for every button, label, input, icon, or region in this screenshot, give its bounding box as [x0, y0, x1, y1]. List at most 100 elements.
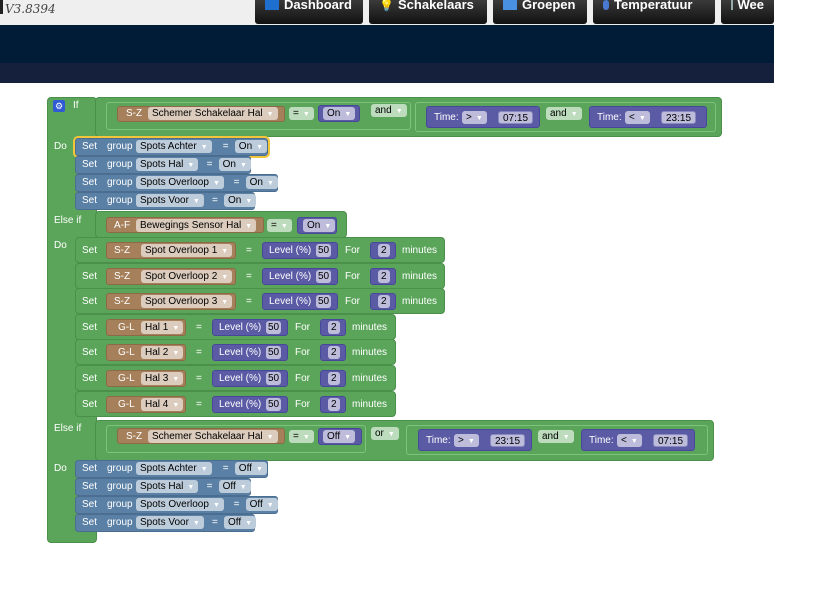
- set-label: Set: [82, 499, 98, 510]
- if-label: If: [73, 100, 79, 111]
- minutes-label: minutes: [402, 245, 438, 256]
- device-prefix: S-Z: [114, 245, 131, 256]
- group-label: group: [107, 141, 133, 152]
- time-field[interactable]: 07:15: [498, 111, 534, 124]
- device-dropdown[interactable]: Hal 2 ▼: [141, 346, 184, 360]
- for-label: For: [345, 296, 360, 308]
- blockly-workspace[interactable]: ⚙ If S-Z Schemer Schakelaar Hal ▼ = ▼ On ▼ …: [0, 83, 816, 592]
- operator-dropdown[interactable]: = ▼: [267, 219, 292, 232]
- for-label: For: [345, 245, 360, 256]
- time-op-dropdown[interactable]: > ▼: [462, 111, 487, 124]
- group-dropdown[interactable]: Spots Achter ▼: [136, 140, 212, 153]
- level-field[interactable]: 50: [266, 346, 282, 360]
- tab-groepen[interactable]: Groepen: [493, 0, 587, 24]
- state-dropdown[interactable]: Off ▼: [245, 498, 278, 511]
- state-dropdown[interactable]: On ▼: [245, 176, 278, 189]
- operator-dropdown[interactable]: = ▼: [289, 107, 314, 120]
- state-dropdown[interactable]: Off ▼: [218, 480, 251, 493]
- level-field[interactable]: 50: [316, 244, 332, 257]
- group-label: group: [107, 517, 133, 528]
- minutes-field[interactable]: 2: [328, 320, 340, 334]
- for-label: For: [295, 373, 310, 384]
- state-dropdown[interactable]: On ▼: [224, 194, 257, 207]
- tab-schakelaars[interactable]: 💡 Schakelaars: [369, 0, 487, 24]
- minutes-label: minutes: [402, 296, 438, 308]
- device-dropdown[interactable]: Spot Overloop 3 ▼: [141, 295, 233, 309]
- level-field[interactable]: 50: [316, 295, 332, 309]
- minutes-field[interactable]: 2: [378, 295, 390, 309]
- device-prefix: G-L: [118, 321, 135, 333]
- device-dropdown[interactable]: Spot Overloop 2 ▼: [141, 269, 233, 283]
- group-label: group: [107, 159, 133, 170]
- time-op-dropdown[interactable]: < ▼: [617, 434, 642, 447]
- set-label: Set: [82, 270, 98, 282]
- minutes-field[interactable]: 2: [328, 372, 340, 385]
- value-dropdown[interactable]: Off ▼: [323, 430, 356, 443]
- time-field[interactable]: 23:15: [661, 111, 697, 124]
- device-dropdown[interactable]: Hal 3 ▼: [141, 372, 184, 385]
- time-field[interactable]: 07:15: [653, 434, 689, 447]
- set-label: Set: [82, 517, 98, 528]
- level-label: Level (%): [219, 347, 262, 359]
- gear-icon[interactable]: ⚙: [53, 100, 65, 112]
- tab-temperatuur[interactable]: Temperatuur: [593, 0, 715, 24]
- set-label: Set: [82, 321, 98, 333]
- minutes-label: minutes: [402, 270, 438, 282]
- tab-weer[interactable]: Wee: [721, 0, 774, 24]
- do-label: Do: [54, 141, 67, 152]
- level-field[interactable]: 50: [316, 269, 332, 283]
- level-label: Level (%): [269, 296, 312, 308]
- logic-dropdown[interactable]: and ▼: [546, 107, 582, 120]
- set-label: Set: [82, 373, 98, 384]
- group-dropdown[interactable]: Spots Hal ▼: [136, 480, 199, 493]
- time-op-dropdown[interactable]: < ▼: [625, 111, 650, 124]
- version-label: V3.8394: [0, 0, 56, 16]
- group-dropdown[interactable]: Spots Achter ▼: [136, 462, 212, 475]
- group-dropdown[interactable]: Spots Hal ▼: [136, 158, 199, 171]
- device-dropdown[interactable]: Hal 4 ▼: [141, 397, 184, 411]
- device-dropdown[interactable]: Schemer Schakelaar Hal ▼: [148, 430, 278, 443]
- level-label: Level (%): [219, 398, 262, 410]
- set-label: Set: [82, 398, 98, 410]
- level-field[interactable]: 50: [266, 397, 282, 411]
- time-field[interactable]: 23:15: [490, 434, 526, 447]
- set-label: Set: [82, 245, 98, 256]
- time-op-dropdown[interactable]: > ▼: [454, 434, 479, 447]
- logic-dropdown[interactable]: and ▼: [371, 104, 407, 117]
- device-dropdown[interactable]: Spot Overloop 1 ▼: [141, 244, 233, 257]
- level-label: Level (%): [219, 321, 262, 333]
- group-dropdown[interactable]: Spots Overloop ▼: [136, 498, 224, 511]
- do-label: Do: [54, 463, 67, 474]
- group-label: group: [107, 195, 133, 206]
- minutes-label: minutes: [352, 398, 388, 410]
- logic-dropdown[interactable]: or ▼: [371, 427, 399, 440]
- set-label: Set: [82, 481, 98, 492]
- state-dropdown[interactable]: Off ▼: [224, 516, 257, 529]
- for-label: For: [295, 347, 310, 359]
- minutes-field[interactable]: 2: [378, 269, 390, 283]
- level-field[interactable]: 50: [266, 320, 282, 334]
- minutes-field[interactable]: 2: [378, 244, 390, 257]
- for-label: For: [295, 398, 310, 410]
- group-dropdown[interactable]: Spots Voor ▼: [136, 516, 204, 529]
- group-label: group: [107, 499, 133, 510]
- device-dropdown[interactable]: Bewegings Sensor Hal ▼: [136, 219, 257, 232]
- device-dropdown[interactable]: Hal 1 ▼: [141, 320, 184, 334]
- tab-dashboard[interactable]: Dashboard: [255, 0, 363, 24]
- state-dropdown[interactable]: On ▼: [218, 158, 251, 171]
- operator-dropdown[interactable]: = ▼: [289, 430, 314, 443]
- level-field[interactable]: 50: [266, 372, 282, 385]
- group-label: group: [107, 481, 133, 492]
- state-dropdown[interactable]: On ▼: [234, 140, 268, 153]
- group-dropdown[interactable]: Spots Overloop ▼: [136, 176, 224, 189]
- minutes-field[interactable]: 2: [328, 397, 340, 411]
- device-prefix: G-L: [118, 347, 135, 359]
- group-dropdown[interactable]: Spots Voor ▼: [136, 194, 204, 207]
- value-dropdown[interactable]: On ▼: [323, 107, 356, 120]
- logic-dropdown[interactable]: and ▼: [538, 430, 574, 443]
- set-label: Set: [82, 177, 98, 188]
- minutes-field[interactable]: 2: [328, 346, 340, 360]
- state-dropdown[interactable]: Off ▼: [234, 462, 267, 475]
- value-dropdown[interactable]: On ▼: [303, 219, 336, 232]
- device-dropdown[interactable]: Schemer Schakelaar Hal ▼: [148, 107, 278, 120]
